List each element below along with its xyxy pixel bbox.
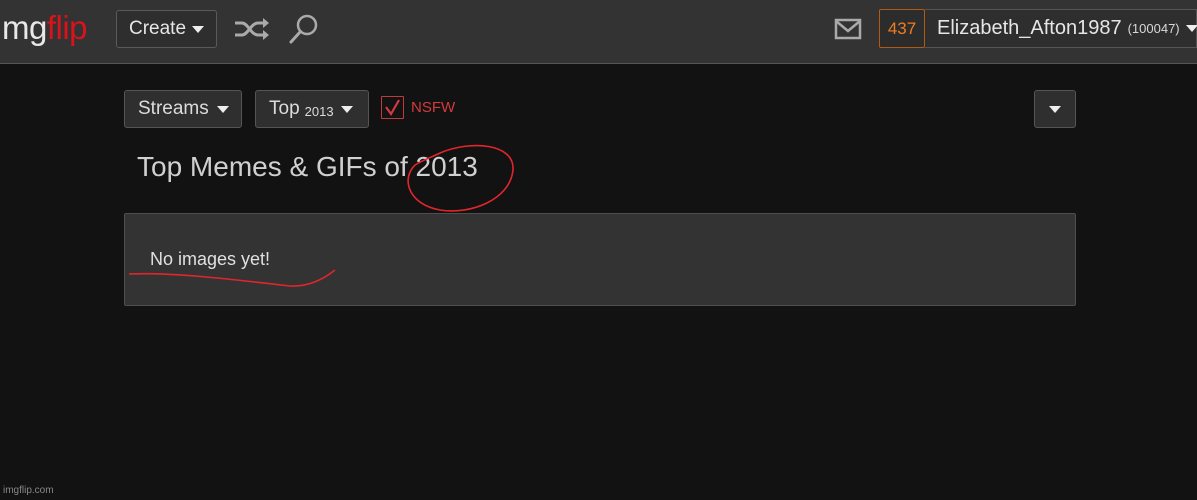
streams-dropdown[interactable]: Streams xyxy=(124,90,242,128)
mail-icon xyxy=(834,18,862,40)
imgflip-watermark: imgflip.com xyxy=(3,485,54,496)
create-button[interactable]: Create xyxy=(116,10,217,48)
page-title: Top Memes & GIFs of 2013 xyxy=(137,151,478,182)
imgflip-logo[interactable]: mgflip xyxy=(2,6,88,50)
search-icon xyxy=(289,14,318,44)
streams-label: Streams xyxy=(138,98,209,119)
user-menu-button[interactable]: Elizabeth_Afton1987 (100047) xyxy=(925,9,1197,48)
images-panel: No images yet! xyxy=(124,213,1076,306)
username: Elizabeth_Afton1987 xyxy=(937,17,1122,39)
logo-text-flip: flip xyxy=(46,9,88,46)
top-label: Top xyxy=(269,98,300,119)
user-points-badge[interactable]: 437 xyxy=(879,9,925,48)
chevron-down-icon xyxy=(192,25,205,33)
nsfw-checkbox[interactable] xyxy=(381,96,404,119)
nsfw-label[interactable]: NSFW xyxy=(411,99,455,116)
shuffle-icon xyxy=(235,18,269,40)
chevron-down-icon xyxy=(1049,105,1061,113)
chevron-down-icon xyxy=(216,105,229,113)
checkmark-icon xyxy=(385,99,400,117)
top-year: 2013 xyxy=(304,103,334,119)
search-button[interactable] xyxy=(288,12,320,46)
messages-button[interactable] xyxy=(834,18,862,40)
shuffle-button[interactable] xyxy=(233,14,271,44)
chevron-down-icon xyxy=(1185,25,1197,32)
options-dropdown[interactable] xyxy=(1034,90,1076,128)
top-navbar: mgflip Create 437 Elizabeth_Afton1987 (1… xyxy=(0,0,1197,64)
chevron-down-icon xyxy=(340,105,353,113)
user-id: (100047) xyxy=(1127,21,1180,36)
empty-state-message: No images yet! xyxy=(150,249,271,269)
create-label: Create xyxy=(128,18,187,39)
top-period-dropdown[interactable]: Top 2013 xyxy=(255,90,369,128)
logo-text-mg: mg xyxy=(2,9,47,46)
